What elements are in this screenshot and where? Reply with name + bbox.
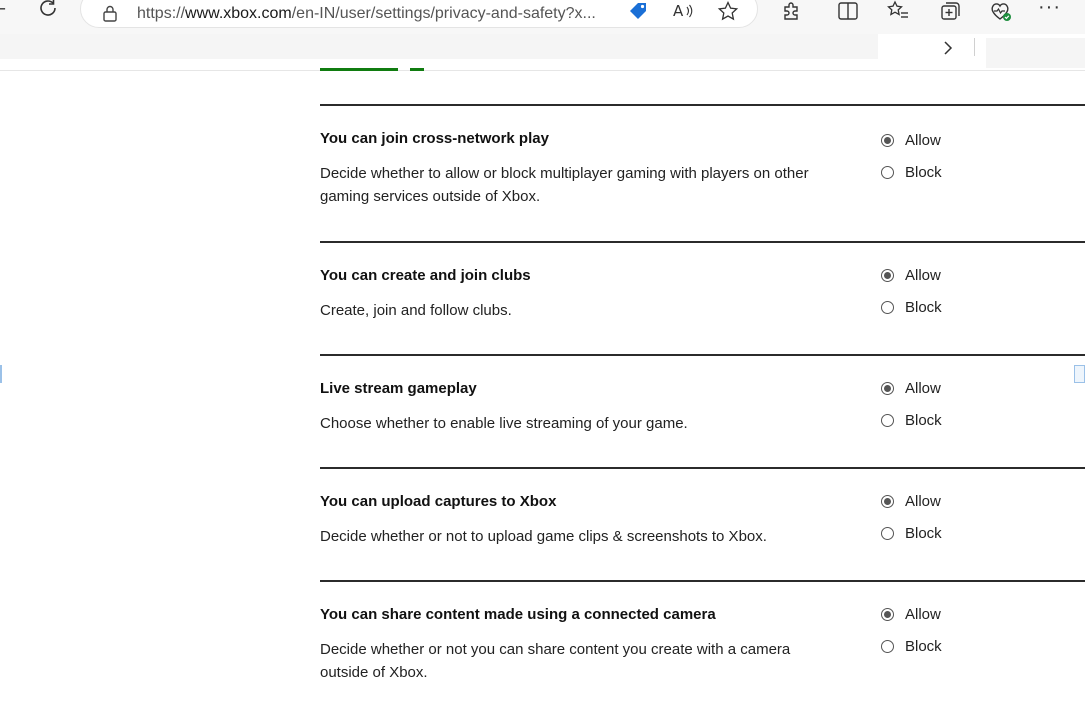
collections-icon[interactable] (938, 0, 962, 23)
secondary-bar (0, 34, 1085, 71)
back-arrow-icon[interactable]: – (0, 0, 5, 20)
radio-unselected-icon[interactable] (881, 526, 894, 540)
scroll-marker (0, 365, 2, 383)
allow-radio[interactable]: Allow (881, 130, 941, 150)
url-prefix: https:// (137, 5, 186, 22)
setting-description: Create, join and follow clubs. (320, 302, 512, 319)
radio-label: Block (905, 411, 942, 429)
radio-unselected-icon[interactable] (881, 300, 894, 314)
setting-description: Decide whether or not you can share cont… (320, 641, 791, 681)
accent-underline (410, 68, 424, 71)
setting-title: Live stream gameplay (320, 380, 477, 397)
block-radio[interactable]: Block (881, 636, 942, 656)
setting-title: You can create and join clubs (320, 267, 531, 284)
url-domain: www.xbox.com (185, 5, 292, 22)
radio-label: Block (905, 637, 942, 655)
setting-clubs: You can create and join clubs Create, jo… (320, 241, 1085, 354)
favorite-star-icon[interactable] (717, 0, 739, 22)
svg-text:A: A (673, 2, 684, 20)
browser-toolbar: – https://www.xbox.com/en-IN/user/settin… (0, 0, 1085, 34)
radio-unselected-icon[interactable] (881, 413, 894, 427)
radio-label: Block (905, 298, 942, 316)
allow-radio[interactable]: Allow (881, 265, 941, 285)
allow-radio[interactable]: Allow (881, 491, 941, 511)
setting-title: You can upload captures to Xbox (320, 493, 557, 510)
radio-unselected-icon[interactable] (881, 165, 894, 179)
extensions-icon[interactable] (780, 0, 804, 23)
url-path: /en-IN/user/settings/privacy-and-safety?… (291, 5, 596, 22)
setting-description: Decide whether or not to upload game cli… (320, 528, 767, 545)
lock-icon[interactable] (101, 4, 119, 22)
accent-underline (320, 68, 398, 71)
radio-label: Allow (905, 131, 941, 149)
radio-selected-icon[interactable] (881, 133, 894, 147)
setting-description: Choose whether to enable live streaming … (320, 415, 688, 432)
allow-radio[interactable]: Allow (881, 378, 941, 398)
radio-selected-icon[interactable] (881, 607, 894, 621)
setting-live-stream: Live stream gameplay Choose whether to e… (320, 354, 1085, 467)
radio-label: Allow (905, 605, 941, 623)
radio-unselected-icon[interactable] (881, 639, 894, 653)
refresh-icon[interactable] (36, 0, 60, 20)
radio-label: Block (905, 163, 942, 181)
setting-title: You can share content made using a conne… (320, 606, 716, 623)
radio-label: Allow (905, 492, 941, 510)
radio-label: Block (905, 524, 942, 542)
allow-radio[interactable]: Allow (881, 604, 941, 624)
browser-essentials-icon[interactable] (988, 0, 1012, 23)
read-aloud-icon[interactable]: A (671, 0, 695, 22)
setting-cross-network-play: You can join cross-network play Decide w… (320, 104, 1085, 241)
setting-description: Decide whether to allow or block multipl… (320, 165, 809, 205)
block-radio[interactable]: Block (881, 162, 942, 182)
secondary-strip (0, 34, 878, 59)
secondary-strip-right (986, 38, 1085, 68)
radio-selected-icon[interactable] (881, 381, 894, 395)
chevron-right-icon[interactable] (940, 38, 956, 58)
block-radio[interactable]: Block (881, 523, 942, 543)
radio-selected-icon[interactable] (881, 268, 894, 282)
block-radio[interactable]: Block (881, 410, 942, 430)
radio-label: Allow (905, 379, 941, 397)
price-tag-icon[interactable] (627, 0, 649, 22)
more-options-icon[interactable]: ··· (1038, 0, 1062, 20)
favorites-list-icon[interactable] (886, 0, 910, 23)
split-screen-icon[interactable] (836, 0, 860, 23)
block-radio[interactable]: Block (881, 297, 942, 317)
divider (974, 38, 975, 56)
address-bar[interactable]: https://www.xbox.com/en-IN/user/settings… (80, 0, 758, 28)
url-text[interactable]: https://www.xbox.com/en-IN/user/settings… (137, 5, 596, 23)
setting-upload-captures: You can upload captures to Xbox Decide w… (320, 467, 1085, 580)
radio-label: Allow (905, 266, 941, 284)
setting-title: You can join cross-network play (320, 130, 549, 147)
setting-connected-camera: You can share content made using a conne… (320, 580, 1085, 706)
radio-selected-icon[interactable] (881, 494, 894, 508)
privacy-settings-list: You can join cross-network play Decide w… (320, 104, 1085, 706)
